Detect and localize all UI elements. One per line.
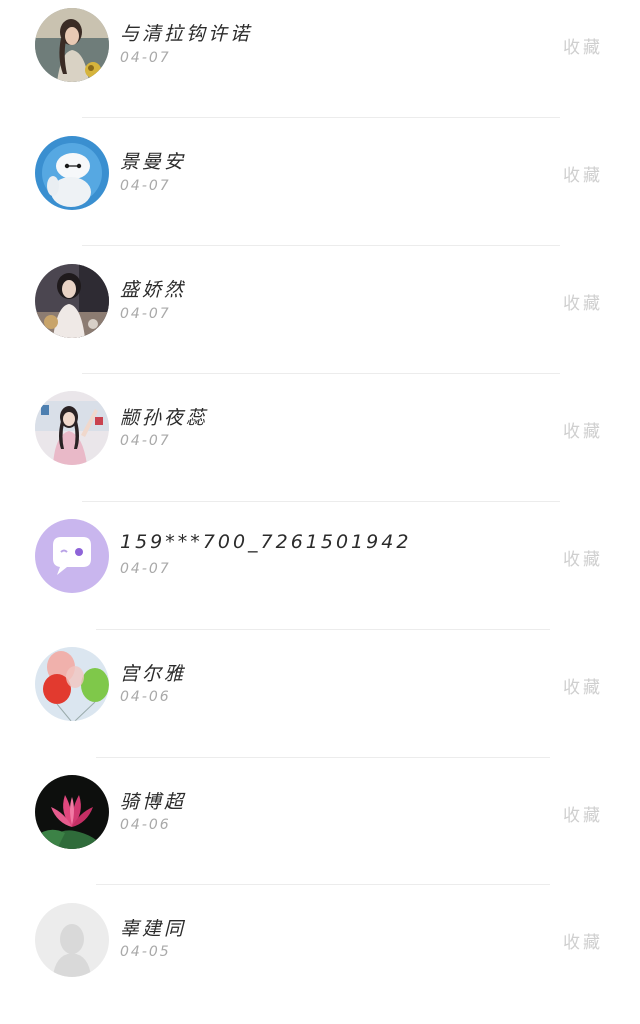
divider <box>96 884 550 885</box>
collect-button[interactable]: 收藏 <box>563 33 603 58</box>
woman-photo-icon[interactable] <box>35 8 109 82</box>
baymax-icon[interactable] <box>35 136 109 210</box>
contact-date: 04-06 <box>120 689 171 705</box>
girl-photo-icon[interactable] <box>35 264 109 338</box>
contact-date: 04-07 <box>120 306 171 322</box>
collect-button[interactable]: 收藏 <box>563 417 603 442</box>
list-item[interactable]: 骑博超 04-06 收藏 <box>0 768 640 896</box>
list-item[interactable]: 159***700_7261501942 04-07 收藏 <box>0 512 640 640</box>
contact-name: 颛孙夜蕊 <box>120 407 209 429</box>
contact-date: 04-07 <box>120 178 171 194</box>
lotus-icon[interactable] <box>35 775 109 849</box>
list-item[interactable]: 与清拉钩许诺 04-07 收藏 <box>0 0 640 128</box>
contact-name: 骑博超 <box>120 791 187 813</box>
list-item[interactable]: 景曼安 04-07 收藏 <box>0 128 640 256</box>
default-avatar-icon[interactable] <box>35 903 109 977</box>
contact-date: 04-07 <box>120 433 171 449</box>
collect-button[interactable]: 收藏 <box>563 289 603 314</box>
divider <box>96 757 550 758</box>
contact-list: 与清拉钩许诺 04-07 收藏 景曼安 04-07 收藏 盛娇然 04-07 收… <box>0 0 640 977</box>
collect-button[interactable]: 收藏 <box>563 928 603 953</box>
contact-name: 与清拉钩许诺 <box>120 23 253 45</box>
divider <box>82 117 560 118</box>
balloons-icon[interactable] <box>35 647 109 721</box>
collect-button[interactable]: 收藏 <box>563 545 603 570</box>
collect-button[interactable]: 收藏 <box>563 161 603 186</box>
divider <box>96 629 550 630</box>
list-item[interactable]: 颛孙夜蕊 04-07 收藏 <box>0 384 640 512</box>
collect-button[interactable]: 收藏 <box>563 801 603 826</box>
contact-name: 盛娇然 <box>120 279 187 301</box>
contact-date: 04-06 <box>120 817 171 833</box>
contact-date: 04-07 <box>120 561 171 577</box>
divider <box>82 373 560 374</box>
contact-date: 04-05 <box>120 944 171 960</box>
collect-button[interactable]: 收藏 <box>563 673 603 698</box>
contact-name: 宫尔雅 <box>120 663 187 685</box>
contact-date: 04-07 <box>120 50 171 66</box>
list-item[interactable]: 辜建同 04-05 收藏 <box>0 896 640 1024</box>
chat-bubble-icon[interactable] <box>35 519 109 593</box>
divider <box>82 501 560 502</box>
contact-name: 辜建同 <box>120 918 187 940</box>
list-item[interactable]: 宫尔雅 04-06 收藏 <box>0 640 640 768</box>
contact-name: 159***700_7261501942 <box>120 531 412 553</box>
girl-pink-photo-icon[interactable] <box>35 391 109 465</box>
list-item[interactable]: 盛娇然 04-07 收藏 <box>0 256 640 384</box>
contact-name: 景曼安 <box>120 151 187 173</box>
divider <box>82 245 560 246</box>
